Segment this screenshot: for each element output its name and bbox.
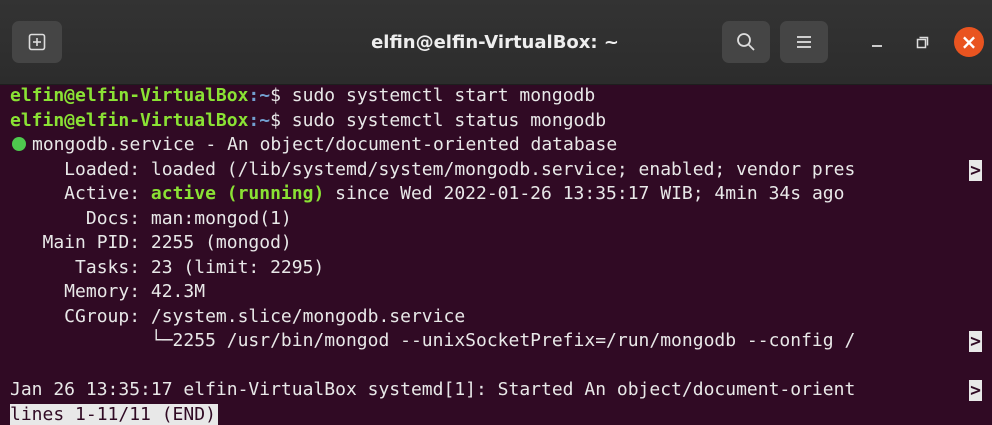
loaded-text: Loaded: loaded (/lib/systemd/system/mong… (10, 158, 856, 180)
cgroup-child-text: └─2255 /usr/bin/mongod --unixSocketPrefi… (10, 330, 856, 351)
command-line: elfin@elfin-VirtualBox:~$ sudo systemctl… (10, 84, 992, 109)
new-tab-button[interactable] (12, 21, 62, 63)
maximize-icon (916, 36, 929, 49)
docs-line: Docs: man:mongod(1) (10, 207, 292, 229)
hamburger-menu-icon (797, 36, 811, 48)
title-bar: elfin@elfin-VirtualBox: ~ × (0, 0, 992, 85)
pager-line: lines 1-11/11 (END) (10, 403, 992, 425)
truncation-marker: > (969, 331, 982, 352)
window-title: elfin@elfin-VirtualBox: ~ (371, 31, 619, 53)
prompt-path: :~ (248, 109, 271, 131)
prompt-path: :~ (248, 85, 271, 106)
minimize-icon (872, 45, 882, 47)
active-state: active (running) (150, 183, 325, 204)
search-button[interactable] (722, 21, 770, 63)
command-text: sudo systemctl start mongodb (291, 85, 596, 106)
truncation-marker: > (969, 380, 982, 401)
main-pid-line: Main PID: 2255 (mongod) (10, 232, 292, 253)
close-button[interactable]: × (954, 27, 984, 57)
active-line: Active: active (running) since Wed 2022-… (10, 182, 992, 207)
log-text: Jan 26 13:35:17 elfin-VirtualBox systemd… (10, 379, 856, 400)
prompt-user-host: elfin@elfin-VirtualBox (10, 85, 249, 106)
memory-line: Memory: 42.3M (10, 281, 206, 302)
close-icon: × (960, 30, 978, 54)
command-line: elfin@elfin-VirtualBox:~$ sudo systemctl… (10, 109, 992, 134)
log-line: Jan 26 13:35:17 elfin-VirtualBox systemd… (10, 378, 992, 403)
loaded-line: Loaded: loaded (/lib/systemd/system/mong… (10, 158, 992, 183)
prompt-user-host: elfin@elfin-VirtualBox (10, 109, 249, 131)
status-dot-icon (12, 137, 26, 151)
command-text: sudo systemctl status mongodb (291, 109, 607, 131)
menu-button[interactable] (780, 21, 828, 63)
unit-description: mongodb.service - An object/document-ori… (32, 134, 618, 155)
cgroup-line: CGroup: /system.slice/mongodb.service (10, 305, 466, 327)
terminal-window: elfin@elfin-VirtualBox: ~ × elfin@elfin-… (0, 0, 992, 425)
active-label: Active: (10, 183, 151, 204)
active-since: since Wed 2022-01-26 13:35:17 WIB; 4min … (324, 183, 845, 204)
search-icon (737, 33, 755, 51)
minimize-button[interactable] (862, 27, 892, 57)
truncation-marker: > (969, 159, 982, 181)
tasks-line: Tasks: 23 (limit: 2295) (10, 256, 325, 278)
pager-status: lines 1-11/11 (END) (10, 403, 218, 425)
unit-line: mongodb.service - An object/document-ori… (10, 133, 992, 158)
prompt-symbol: $ (270, 109, 292, 131)
prompt-symbol: $ (270, 85, 292, 106)
terminal-output[interactable]: elfin@elfin-VirtualBox:~$ sudo systemctl… (0, 84, 992, 425)
maximize-button[interactable] (907, 27, 937, 57)
cgroup-child-line: └─2255 /usr/bin/mongod --unixSocketPrefi… (10, 329, 992, 354)
new-tab-icon (28, 33, 46, 51)
